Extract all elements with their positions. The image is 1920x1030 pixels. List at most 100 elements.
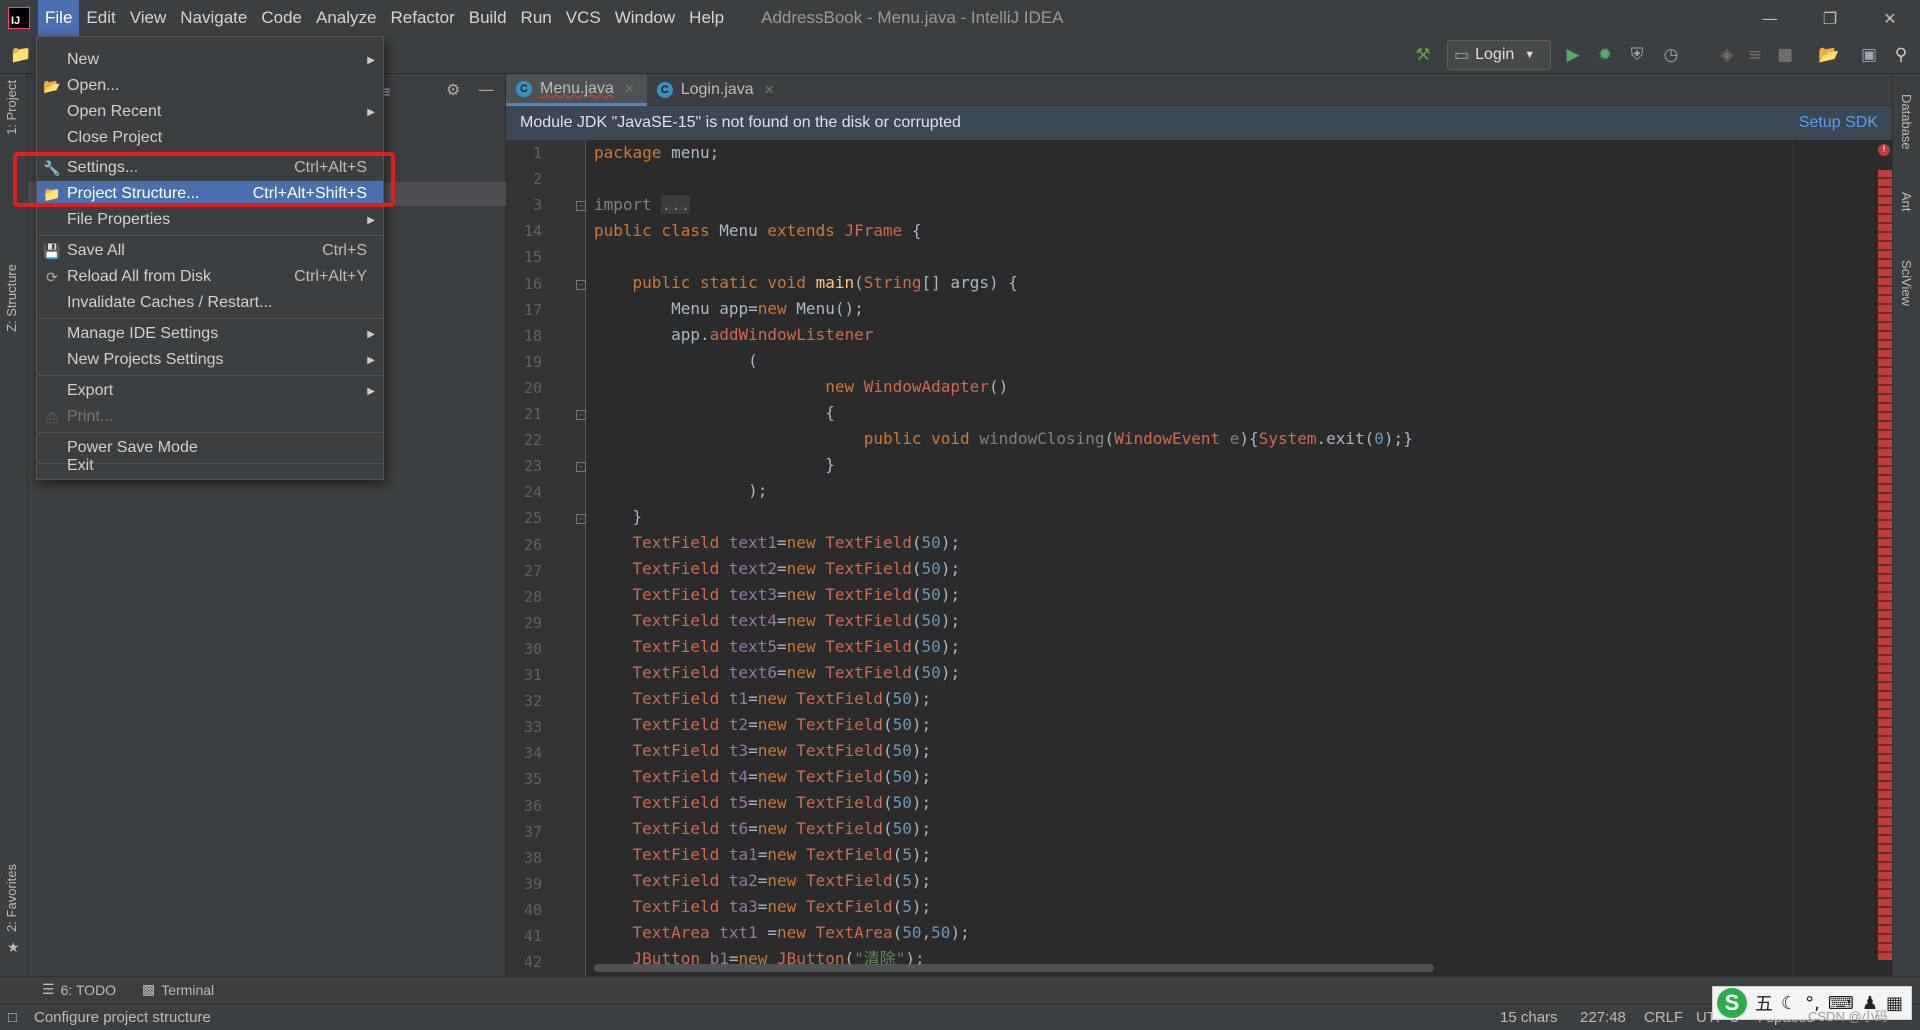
line-number: 20	[523, 378, 542, 397]
fold-marker-icon[interactable]: -	[576, 410, 586, 420]
code-editor[interactable]: package menu; import ... public class Me…	[586, 140, 1876, 976]
line-number: 39	[523, 874, 542, 893]
tab-database[interactable]: Database	[1899, 94, 1914, 150]
status-caret-position[interactable]: 227:48	[1580, 1009, 1626, 1026]
sogou-logo-icon[interactable]: S	[1717, 988, 1747, 1018]
menu-item-new[interactable]: New ▶	[37, 47, 383, 73]
gear-icon[interactable]: ⚙	[446, 80, 460, 99]
code-line: );	[594, 481, 768, 500]
error-markers[interactable]	[1878, 170, 1892, 960]
debug-icon[interactable]: ✹	[1594, 44, 1616, 66]
menu-edit[interactable]: Edit	[79, 0, 122, 36]
status-panel-icon[interactable]: □	[8, 1009, 17, 1026]
line-number: 19	[523, 352, 542, 371]
close-tab-icon[interactable]: ✕	[764, 82, 775, 98]
tab-label: Menu.java	[540, 79, 614, 97]
menu-code[interactable]: Code	[254, 0, 309, 36]
close-tab-icon[interactable]: ✕	[624, 81, 635, 97]
menu-item-label: New Projects Settings	[67, 351, 224, 368]
line-number: 42	[523, 953, 542, 972]
run-configuration-select[interactable]: ▭ Login ▼	[1447, 40, 1551, 70]
search-icon[interactable]: ⚲	[1890, 44, 1912, 66]
build-hammer-icon[interactable]: ⚒	[1412, 44, 1434, 66]
menu-separator	[37, 235, 383, 236]
menu-refactor[interactable]: Refactor	[383, 0, 461, 36]
menu-view[interactable]: View	[123, 0, 174, 36]
menu-help[interactable]: Help	[682, 0, 731, 36]
menu-item-new-projects-settings[interactable]: New Projects Settings ▶	[37, 347, 383, 373]
tab-login-java[interactable]: C Login.java ✕	[647, 74, 787, 106]
tab-structure[interactable]: Z: Structure	[4, 264, 19, 332]
menu-analyze[interactable]: Analyze	[309, 0, 383, 36]
line-number: 36	[523, 796, 542, 815]
line-number: 40	[523, 900, 542, 919]
menu-window[interactable]: Window	[608, 0, 682, 36]
menu-item-invalidate-caches[interactable]: Invalidate Caches / Restart...	[37, 290, 383, 316]
menu-separator	[37, 375, 383, 376]
tab-terminal[interactable]: ▩ Terminal	[142, 981, 214, 998]
line-number: 1	[532, 144, 542, 162]
status-line-separator[interactable]: CRLF	[1644, 1009, 1683, 1026]
line-number: 38	[523, 848, 542, 867]
layout-icon[interactable]: ▣	[1858, 44, 1880, 66]
line-number: 27	[523, 561, 542, 580]
menu-item-open[interactable]: 📂 Open...	[37, 73, 383, 99]
line-number: 16	[523, 274, 542, 293]
step-icon[interactable]: ≡	[1744, 44, 1766, 66]
menu-item-reload-all[interactable]: ⟳ Reload All from Disk Ctrl+Alt+Y	[37, 264, 383, 290]
line-number-gutter: 1 2 3 14 15 16 17 18 19 20 21 22 23 24 25 26 27 28 29 30 31 3…	[506, 140, 586, 976]
submenu-arrow-icon: ▶	[367, 328, 375, 340]
menu-item-export[interactable]: Export ▶	[37, 378, 383, 404]
restore-icon[interactable]: ❐	[1800, 0, 1860, 36]
status-message: Configure project structure	[34, 1009, 211, 1026]
fold-marker-icon[interactable]: -	[576, 279, 586, 290]
tab-ant[interactable]: Ant	[1899, 192, 1914, 212]
ime-mode[interactable]: 五	[1755, 990, 1773, 1016]
horizontal-scrollbar[interactable]	[594, 964, 1434, 972]
menu-item-print: ⎙ Print...	[37, 404, 383, 430]
menu-item-exit[interactable]: Exit	[37, 453, 383, 479]
menu-run[interactable]: Run	[514, 0, 559, 36]
tab-project[interactable]: 1: Project	[4, 80, 19, 135]
error-indicator-icon[interactable]: !	[1878, 144, 1890, 156]
run-icon[interactable]: ▶	[1562, 44, 1584, 66]
star-icon: ★	[7, 940, 20, 956]
java-class-icon: C	[516, 80, 532, 97]
minimize-icon[interactable]: —	[1740, 0, 1800, 36]
moon-icon[interactable]: ☾	[1781, 993, 1797, 1014]
grid-icon[interactable]: ▦	[1886, 993, 1903, 1014]
menu-item-close-project[interactable]: Close Project	[37, 125, 383, 151]
coverage-icon[interactable]: ⛨	[1626, 44, 1648, 66]
tab-menu-java[interactable]: C Menu.java ✕	[506, 74, 647, 106]
close-window-icon[interactable]: ✕	[1860, 0, 1920, 36]
menu-vcs[interactable]: VCS	[559, 0, 608, 36]
project-folder-icon[interactable]: 📁	[10, 44, 32, 66]
menu-build[interactable]: Build	[462, 0, 514, 36]
menu-navigate[interactable]: Navigate	[173, 0, 254, 36]
menu-item-open-recent[interactable]: Open Recent ▶	[37, 99, 383, 125]
intellij-logo-icon[interactable]: IJ	[8, 7, 30, 29]
submenu-arrow-icon: ▶	[367, 54, 375, 66]
menu-item-file-properties[interactable]: File Properties ▶	[37, 207, 383, 233]
fold-marker-icon[interactable]: -	[576, 514, 586, 525]
code-line: TextField ta3=new TextField(5);	[632, 897, 932, 916]
code-line: app.addWindowListener	[594, 325, 874, 344]
project-structure-icon[interactable]: 📂	[1818, 44, 1840, 66]
tab-favorites[interactable]: 2: Favorites	[4, 864, 19, 932]
fold-marker-icon[interactable]: -	[576, 462, 586, 473]
menu-item-manage-ide-settings[interactable]: Manage IDE Settings ▶	[37, 321, 383, 347]
left-tool-strip: 1: Project Z: Structure 2: Favorites ★	[0, 74, 28, 976]
fold-marker-icon[interactable]: -	[576, 201, 586, 212]
tab-label: Login.java	[680, 81, 754, 98]
setup-sdk-link[interactable]: Setup SDK	[1799, 114, 1878, 132]
attach-icon[interactable]: ◈	[1716, 44, 1738, 66]
line-number: 3	[532, 196, 542, 215]
tab-sciview[interactable]: SciView	[1899, 260, 1914, 306]
menu-item-save-all[interactable]: 💾 Save All Ctrl+S	[37, 238, 383, 264]
menu-file[interactable]: File	[38, 0, 80, 36]
stop-icon[interactable]: ■	[1774, 44, 1796, 66]
line-number: 32	[523, 692, 542, 711]
hide-panel-icon[interactable]: —	[478, 80, 494, 99]
tab-todo[interactable]: ☰ 6: TODO	[42, 981, 116, 998]
profile-icon[interactable]: ◷	[1660, 44, 1682, 66]
